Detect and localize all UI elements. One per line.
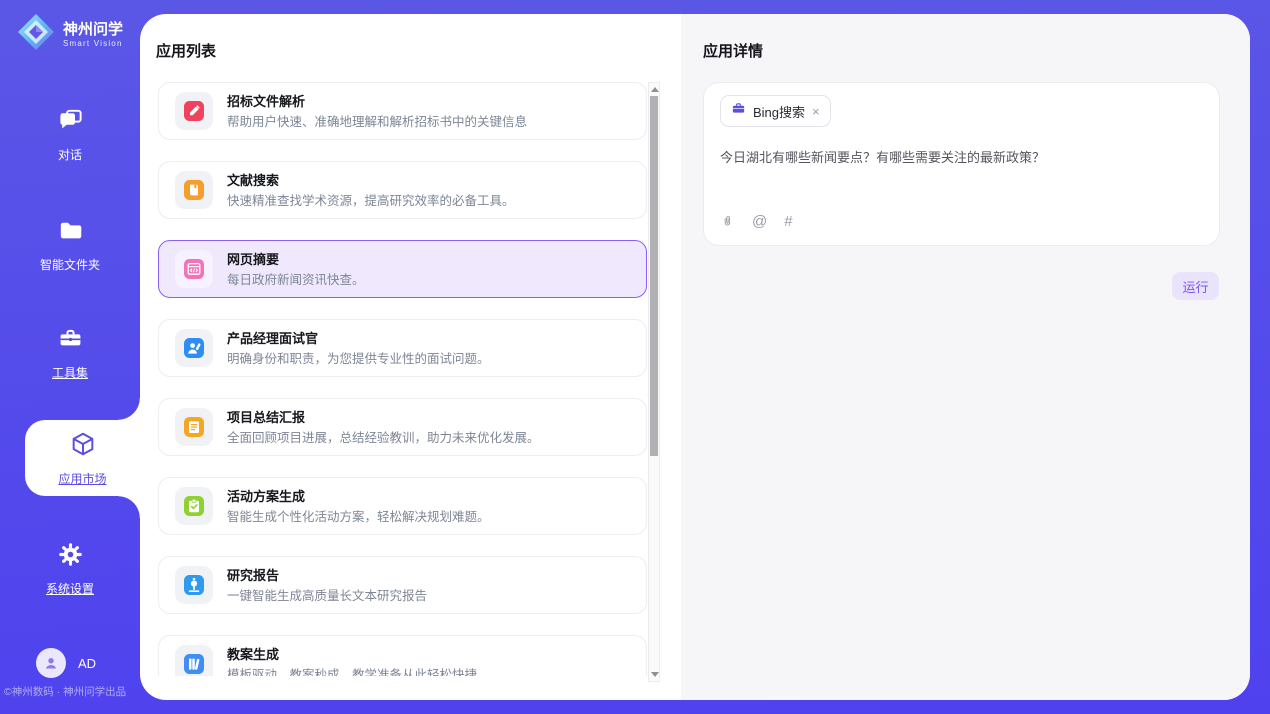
toolbox-icon bbox=[57, 325, 84, 357]
avatar[interactable] bbox=[36, 648, 66, 678]
sidebar-item-gear[interactable]: 系统设置 bbox=[0, 541, 140, 597]
app-card-description: 全面回顾项目进展，总结经验教训，助力未来优化发展。 bbox=[227, 431, 540, 445]
chat-icon bbox=[57, 107, 84, 139]
app-card-description: 模板驱动，教案秒成，教学准备从此轻松快捷 bbox=[227, 668, 477, 677]
user-account[interactable]: AD bbox=[36, 648, 96, 678]
app-card-title: 活动方案生成 bbox=[227, 489, 490, 504]
run-button[interactable]: 运行 bbox=[1172, 272, 1219, 300]
app-card-description: 快速精准查找学术资源，提高研究效率的必备工具。 bbox=[227, 194, 515, 208]
sidebar: 神州问学 Smart Vision 对话 智能文件夹 工具集 应用市场 系统设置 bbox=[0, 0, 140, 714]
app-card-6[interactable]: 研究报告 一键智能生成高质量长文本研究报告 bbox=[158, 556, 647, 614]
sidebar-item-toolbox[interactable]: 工具集 bbox=[0, 325, 140, 381]
diamond-logo-icon bbox=[16, 12, 56, 57]
at-icon[interactable]: @ bbox=[752, 213, 767, 230]
app-card-2[interactable]: 网页摘要 每日政府新闻资讯快查。 bbox=[158, 240, 647, 298]
scroll-thumb[interactable] bbox=[650, 96, 658, 456]
app-card-0[interactable]: 招标文件解析 帮助用户快速、准确地理解和解析招标书中的关键信息 bbox=[158, 82, 647, 140]
cube-icon bbox=[69, 430, 97, 463]
app-card-title: 产品经理面试官 bbox=[227, 331, 490, 346]
app-card-3[interactable]: 产品经理面试官 明确身份和职责，为您提供专业性的面试问题。 bbox=[158, 319, 647, 377]
scroll-down-icon[interactable] bbox=[651, 672, 659, 677]
brand-name: 神州问学 bbox=[63, 21, 123, 38]
sidebar-item-label: 应用市场 bbox=[58, 470, 106, 487]
webpage-code-icon bbox=[175, 250, 213, 288]
paperclip-icon[interactable] bbox=[720, 213, 735, 230]
query-text[interactable]: 今日湖北有哪些新闻要点？有哪些需要关注的最新政策？ bbox=[720, 149, 1200, 167]
sidebar-item-chat[interactable]: 对话 bbox=[0, 107, 140, 163]
folder-icon bbox=[57, 217, 84, 249]
sidebar-item-label: 系统设置 bbox=[46, 580, 94, 597]
app-card-description: 帮助用户快速、准确地理解和解析招标书中的关键信息 bbox=[227, 115, 527, 129]
app-card-title: 招标文件解析 bbox=[227, 94, 527, 109]
book-icon bbox=[175, 171, 213, 209]
sidebar-item-folder[interactable]: 智能文件夹 bbox=[0, 217, 140, 273]
sidebar-footer: ©神州数码 · 神州问学出品 bbox=[0, 684, 140, 699]
app-detail-title: 应用详情 bbox=[703, 40, 763, 61]
app-card-list: 招标文件解析 帮助用户快速、准确地理解和解析招标书中的关键信息 文献搜索 快速精… bbox=[158, 82, 647, 676]
app-card-title: 研究报告 bbox=[227, 568, 427, 583]
user-name: AD bbox=[78, 656, 96, 671]
app-card-title: 文献搜索 bbox=[227, 173, 515, 188]
brand-subtitle: Smart Vision bbox=[63, 39, 123, 48]
tool-tag-label: Bing搜索 bbox=[753, 102, 805, 121]
app-card-description: 智能生成个性化活动方案，轻松解决规划难题。 bbox=[227, 510, 490, 524]
report-note-icon bbox=[175, 408, 213, 446]
input-toolbar: @ # bbox=[720, 213, 793, 230]
app-list-panel: 应用列表 招标文件解析 帮助用户快速、准确地理解和解析招标书中的关键信息 文献搜… bbox=[140, 14, 681, 700]
app-list-title: 应用列表 bbox=[156, 40, 216, 61]
app-card-1[interactable]: 文献搜索 快速精准查找学术资源，提高研究效率的必备工具。 bbox=[158, 161, 647, 219]
sidebar-item-label: 智能文件夹 bbox=[40, 256, 100, 273]
sidebar-item-label: 对话 bbox=[58, 146, 82, 163]
app-list-scrollbar[interactable] bbox=[648, 82, 660, 682]
tool-tag-bing-search[interactable]: Bing搜索 × bbox=[720, 95, 831, 127]
sidebar-item-label: 工具集 bbox=[52, 364, 88, 381]
app-card-title: 教案生成 bbox=[227, 647, 477, 662]
clipboard-check-icon bbox=[175, 487, 213, 525]
interviewer-icon bbox=[175, 329, 213, 367]
hash-icon[interactable]: # bbox=[784, 213, 792, 230]
microscope-icon bbox=[175, 566, 213, 604]
sidebar-item-cube[interactable]: 应用市场 bbox=[25, 420, 140, 496]
briefcase-icon bbox=[731, 101, 746, 121]
app-detail-panel: 应用详情 Bing搜索 × 今日湖北有哪些新闻要点？有哪些需要关注的最新政策？ … bbox=[681, 14, 1250, 700]
app-card-description: 每日政府新闻资讯快查。 bbox=[227, 273, 365, 287]
app-card-7[interactable]: 教案生成 模板驱动，教案秒成，教学准备从此轻松快捷 bbox=[158, 635, 647, 676]
books-icon bbox=[175, 645, 213, 676]
main-content: 应用列表 招标文件解析 帮助用户快速、准确地理解和解析招标书中的关键信息 文献搜… bbox=[140, 14, 1250, 700]
edit-doc-icon bbox=[175, 92, 213, 130]
app-card-5[interactable]: 活动方案生成 智能生成个性化活动方案，轻松解决规划难题。 bbox=[158, 477, 647, 535]
close-icon[interactable]: × bbox=[812, 105, 820, 118]
app-card-title: 网页摘要 bbox=[227, 252, 365, 267]
app-card-4[interactable]: 项目总结汇报 全面回顾项目进展，总结经验教训，助力未来优化发展。 bbox=[158, 398, 647, 456]
gear-icon bbox=[57, 541, 84, 573]
app-card-description: 一键智能生成高质量长文本研究报告 bbox=[227, 589, 427, 603]
brand-logo: 神州问学 Smart Vision bbox=[16, 12, 123, 57]
app-card-description: 明确身份和职责，为您提供专业性的面试问题。 bbox=[227, 352, 490, 366]
query-input-card[interactable]: Bing搜索 × 今日湖北有哪些新闻要点？有哪些需要关注的最新政策？ @ # bbox=[703, 82, 1220, 246]
scroll-up-icon[interactable] bbox=[651, 87, 659, 92]
app-card-title: 项目总结汇报 bbox=[227, 410, 540, 425]
